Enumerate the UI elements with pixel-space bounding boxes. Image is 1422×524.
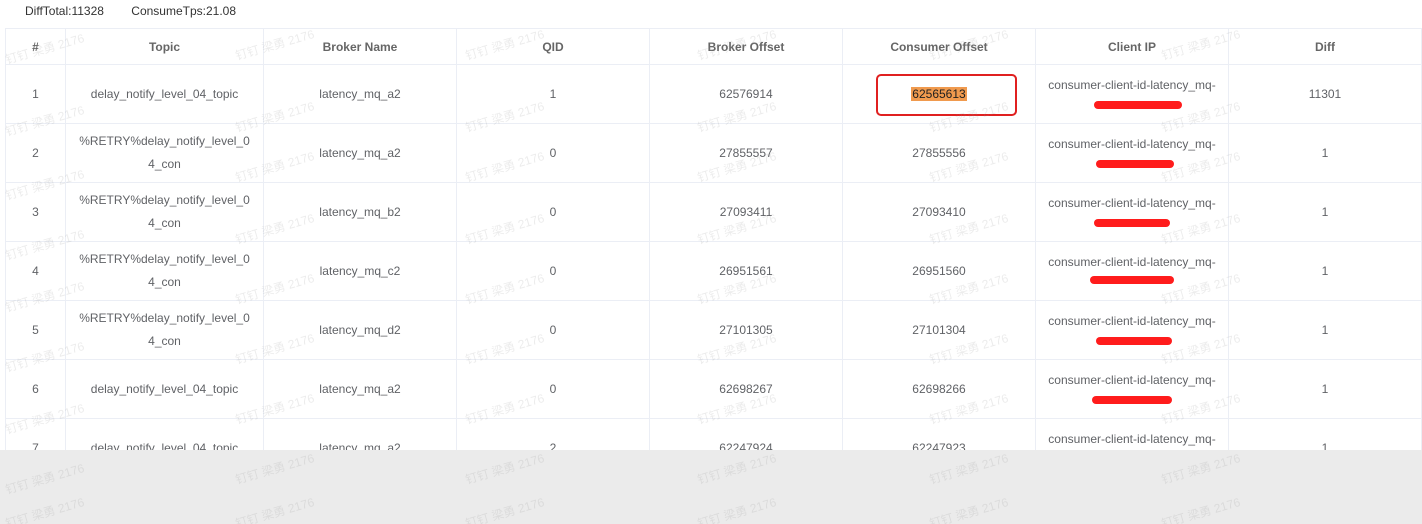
header-diff[interactable]: Diff: [1228, 28, 1422, 65]
header-index[interactable]: #: [5, 28, 66, 65]
cell-topic: %RETRY%delay_notify_level_04_con: [65, 182, 264, 242]
table-row[interactable]: 4 %RETRY%delay_notify_level_04_con laten…: [5, 241, 1422, 301]
consumer-offset-table: # Topic Broker Name QID Broker Offset Co…: [5, 28, 1422, 478]
cell-consumer-offset: 26951560: [842, 241, 1036, 301]
cell-client-ip: consumer-client-id-latency_mq-: [1035, 300, 1229, 360]
cell-diff: 1: [1228, 241, 1422, 301]
stats-bar: DiffTotal:11328 ConsumeTps:21.08: [25, 4, 260, 20]
header-consumer-offset[interactable]: Consumer Offset: [842, 28, 1036, 65]
cell-broker-offset: 62698267: [649, 359, 843, 419]
header-broker-offset[interactable]: Broker Offset: [649, 28, 843, 65]
cell-broker-offset: 27093411: [649, 182, 843, 242]
cell-broker-name: latency_mq_c2: [263, 241, 457, 301]
cell-diff: 11301: [1228, 64, 1422, 124]
consume-tps-label: ConsumeTps:21.08: [131, 4, 237, 18]
cell-client-ip: consumer-client-id-latency_mq-: [1035, 359, 1229, 419]
cell-qid: 0: [456, 241, 650, 301]
cell-broker-offset: 27101305: [649, 300, 843, 360]
cell-broker-name: latency_mq_a2: [263, 123, 457, 183]
cell-consumer-offset: 27855556: [842, 123, 1036, 183]
redaction-mark: [1090, 276, 1174, 284]
header-topic[interactable]: Topic: [65, 28, 264, 65]
diff-total-label: DiffTotal:11328: [25, 4, 104, 18]
client-ip-text: consumer-client-id-latency_mq-: [1048, 77, 1216, 92]
cell-client-ip: consumer-client-id-latency_mq-: [1035, 123, 1229, 183]
cell-broker-name: latency_mq_a2: [263, 64, 457, 124]
cell-qid: 0: [456, 300, 650, 360]
cell-topic: %RETRY%delay_notify_level_04_con: [65, 241, 264, 301]
cell-consumer-offset: 27101304: [842, 300, 1036, 360]
redaction-mark: [1096, 337, 1172, 345]
cell-index: 4: [5, 241, 66, 301]
cell-topic: delay_notify_level_04_topic: [65, 359, 264, 419]
cell-index: 6: [5, 359, 66, 419]
client-ip-text: consumer-client-id-latency_mq-: [1048, 372, 1216, 387]
client-ip-text: consumer-client-id-latency_mq-: [1048, 431, 1216, 446]
redaction-mark: [1096, 160, 1174, 168]
cell-index: 3: [5, 182, 66, 242]
header-qid[interactable]: QID: [456, 28, 650, 65]
cell-topic: %RETRY%delay_notify_level_04_con: [65, 300, 264, 360]
client-ip-text: consumer-client-id-latency_mq-: [1048, 313, 1216, 328]
cell-consumer-offset: 62698266: [842, 359, 1036, 419]
table-row[interactable]: 1 delay_notify_level_04_topic latency_mq…: [5, 64, 1422, 124]
cell-topic: delay_notify_level_04_topic: [65, 64, 264, 124]
table-row[interactable]: 3 %RETRY%delay_notify_level_04_con laten…: [5, 182, 1422, 242]
cell-consumer-offset: 62565613: [842, 64, 1036, 124]
client-ip-text: consumer-client-id-latency_mq-: [1048, 136, 1216, 151]
redaction-mark: [1094, 219, 1170, 227]
table-header-row: # Topic Broker Name QID Broker Offset Co…: [5, 28, 1422, 65]
cell-topic: %RETRY%delay_notify_level_04_con: [65, 123, 264, 183]
cell-index: 5: [5, 300, 66, 360]
redaction-mark: [1094, 101, 1182, 109]
cell-qid: 1: [456, 64, 650, 124]
cell-diff: 1: [1228, 359, 1422, 419]
table-row[interactable]: 2 %RETRY%delay_notify_level_04_con laten…: [5, 123, 1422, 183]
client-ip-text: consumer-client-id-latency_mq-: [1048, 195, 1216, 210]
cell-index: 1: [5, 64, 66, 124]
cell-broker-offset: 62576914: [649, 64, 843, 124]
page: DiffTotal:11328 ConsumeTps:21.08 # Topic…: [0, 0, 1422, 524]
header-client-ip[interactable]: Client IP: [1035, 28, 1229, 65]
cell-broker-offset: 27855557: [649, 123, 843, 183]
cell-client-ip: consumer-client-id-latency_mq-: [1035, 64, 1229, 124]
cell-qid: 0: [456, 359, 650, 419]
cell-index: 2: [5, 123, 66, 183]
client-ip-text: consumer-client-id-latency_mq-: [1048, 254, 1216, 269]
table-row[interactable]: 6 delay_notify_level_04_topic latency_mq…: [5, 359, 1422, 419]
cell-diff: 1: [1228, 123, 1422, 183]
redaction-mark: [1092, 396, 1172, 404]
bottom-overlay: [0, 450, 1422, 524]
header-broker-name[interactable]: Broker Name: [263, 28, 457, 65]
cell-consumer-offset: 27093410: [842, 182, 1036, 242]
cell-broker-name: latency_mq_b2: [263, 182, 457, 242]
cell-client-ip: consumer-client-id-latency_mq-: [1035, 182, 1229, 242]
consumer-offset-selected-text[interactable]: 62565613: [911, 86, 967, 101]
table-row[interactable]: 5 %RETRY%delay_notify_level_04_con laten…: [5, 300, 1422, 360]
cell-broker-offset: 26951561: [649, 241, 843, 301]
cell-diff: 1: [1228, 300, 1422, 360]
cell-diff: 1: [1228, 182, 1422, 242]
cell-qid: 0: [456, 123, 650, 183]
cell-qid: 0: [456, 182, 650, 242]
cell-client-ip: consumer-client-id-latency_mq-: [1035, 241, 1229, 301]
cell-broker-name: latency_mq_a2: [263, 359, 457, 419]
cell-broker-name: latency_mq_d2: [263, 300, 457, 360]
